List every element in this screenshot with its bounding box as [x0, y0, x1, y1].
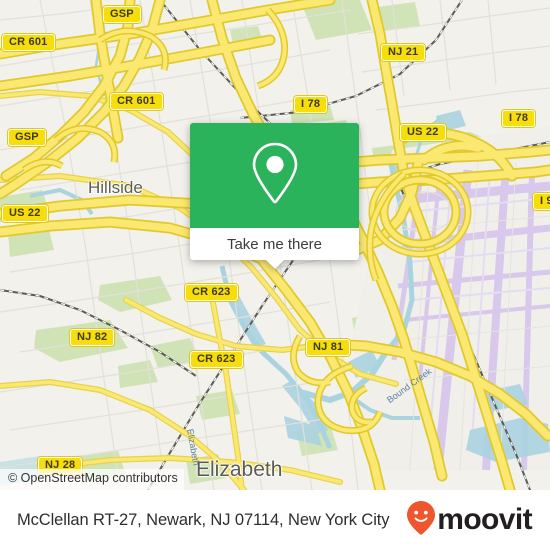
- shield-nj81[interactable]: NJ 81: [304, 338, 352, 357]
- popup-pointer-tail: [265, 260, 284, 269]
- location-popup-card[interactable]: Take me there: [190, 123, 359, 269]
- take-me-there-button[interactable]: Take me there: [227, 236, 322, 253]
- moovit-wordmark: moovit: [437, 503, 532, 536]
- shield-i9-edge[interactable]: I 9: [532, 192, 550, 211]
- popup-footer[interactable]: Take me there: [190, 228, 359, 269]
- shield-cr623-top[interactable]: CR 623: [184, 283, 239, 302]
- shield-us22-right[interactable]: US 22: [399, 123, 447, 142]
- shield-cr601-left[interactable]: CR 601: [1, 33, 56, 52]
- map-pin-icon: [249, 140, 301, 211]
- moovit-map-screenshot: Hillside Elizabeth Bound Creek Elizabeth…: [0, 0, 550, 550]
- osm-attribution[interactable]: © OpenStreetMap contributors: [0, 469, 184, 490]
- shield-nj21[interactable]: NJ 21: [379, 43, 427, 62]
- shield-gsp-top[interactable]: GSP: [102, 5, 142, 24]
- shield-i78-mid[interactable]: I 78: [292, 95, 329, 114]
- shield-cr623-bottom[interactable]: CR 623: [189, 350, 244, 369]
- shield-i78-right[interactable]: I 78: [500, 109, 537, 128]
- shield-nj82[interactable]: NJ 82: [68, 328, 116, 347]
- moovit-pin-face-icon: [407, 500, 436, 540]
- shield-us22-left[interactable]: US 22: [1, 204, 49, 223]
- address-text: McClellan RT-27, Newark, NJ 07114, New Y…: [17, 510, 390, 529]
- popup-header: [190, 123, 359, 228]
- moovit-brand[interactable]: moovit: [407, 500, 533, 540]
- footer-bar: McClellan RT-27, Newark, NJ 07114, New Y…: [0, 490, 550, 550]
- shield-cr601-mid[interactable]: CR 601: [109, 92, 164, 111]
- shield-gsp-left[interactable]: GSP: [7, 128, 47, 147]
